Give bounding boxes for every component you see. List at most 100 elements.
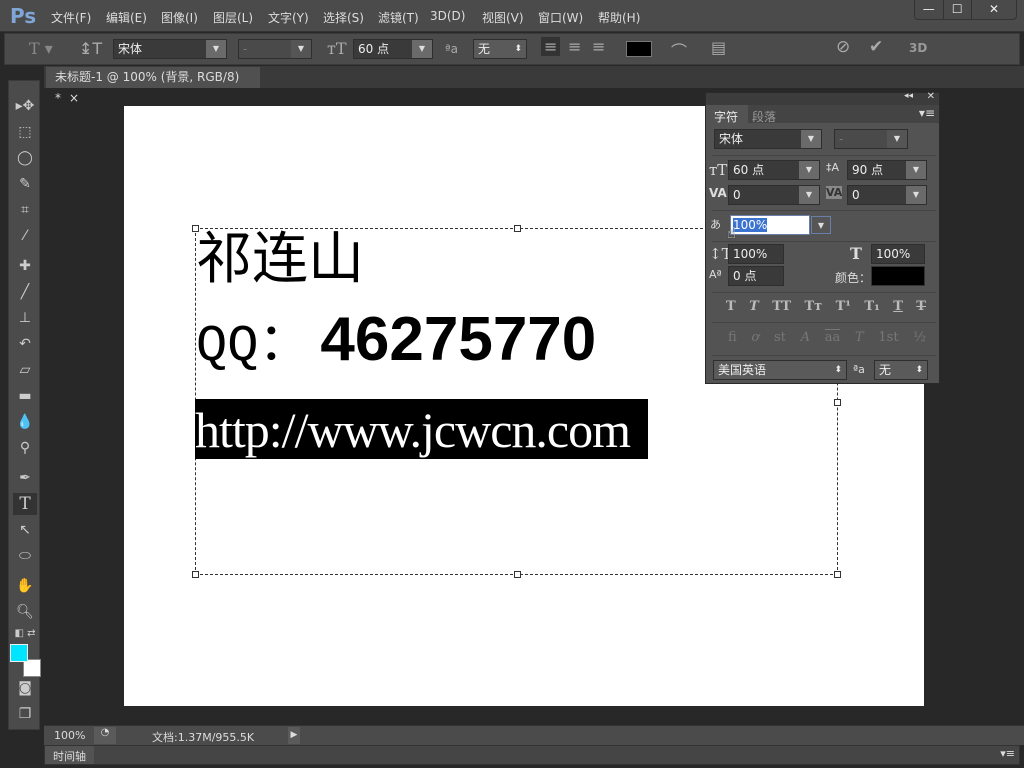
move-tool-icon[interactable]: ▸✥ xyxy=(13,95,37,117)
small-caps-button[interactable]: Tт xyxy=(804,299,822,314)
discretionary-ligatures-button[interactable]: ơ xyxy=(751,330,759,345)
hand-tool-icon[interactable]: ✋ xyxy=(13,575,37,597)
screen-mode-icon[interactable]: ❐ xyxy=(13,703,37,725)
resize-handle[interactable] xyxy=(514,571,521,578)
menu-3d[interactable]: 3D(D) xyxy=(430,9,465,23)
kerning-select[interactable]: 0 ▼ xyxy=(728,185,820,205)
eraser-tool-icon[interactable]: ▱ xyxy=(13,359,37,381)
commit-check-icon[interactable]: ✔ xyxy=(869,37,883,57)
path-selection-tool-icon[interactable]: ↖ xyxy=(13,519,37,541)
chevron-down-icon[interactable]: ▼ xyxy=(811,216,831,234)
align-left-icon[interactable]: ≡ xyxy=(541,37,561,56)
quick-mask-icon[interactable]: ◙ xyxy=(13,677,37,699)
baseline-shift-input[interactable]: 0 点 xyxy=(728,266,784,286)
close-button[interactable]: ✕ xyxy=(972,0,1016,19)
leading-select[interactable]: 90 点 ▼ xyxy=(847,160,927,180)
swash-button[interactable]: A xyxy=(801,330,810,345)
panel-antialias-select[interactable]: 无 ⬍ xyxy=(874,360,928,380)
horizontal-scale-input[interactable]: 100% xyxy=(871,244,925,264)
faux-bold-button[interactable]: T xyxy=(726,299,736,314)
gradient-tool-icon[interactable]: ▬ xyxy=(13,385,37,407)
ornaments-button[interactable]: T xyxy=(855,330,864,345)
maximize-button[interactable]: ☐ xyxy=(944,0,972,19)
minimize-button[interactable]: — xyxy=(915,0,944,19)
tracking-select[interactable]: 0 ▼ xyxy=(847,185,927,205)
font-family-select[interactable]: 宋体 ▼ xyxy=(113,39,227,59)
menu-image[interactable]: 图像(I) xyxy=(161,9,198,26)
type-tool-icon[interactable]: T xyxy=(13,493,37,515)
type-tool-preset-icon[interactable]: T ▾ xyxy=(29,39,53,58)
vertical-scale-input[interactable]: 100% xyxy=(728,244,784,264)
menu-help[interactable]: 帮助(H) xyxy=(598,9,640,26)
align-right-icon[interactable]: ≡ xyxy=(592,37,605,56)
warp-text-icon[interactable]: ⌒ xyxy=(671,38,687,62)
underline-button[interactable]: T xyxy=(893,299,903,314)
tab-timeline[interactable]: 时间轴 xyxy=(45,746,94,764)
text-color-swatch[interactable] xyxy=(626,41,652,57)
marquee-tool-icon[interactable]: ⬚ xyxy=(13,121,37,143)
font-style-select[interactable]: - ▼ xyxy=(238,39,312,59)
3d-button[interactable]: 3D xyxy=(909,41,927,55)
swap-colors-icon[interactable]: ◧ ⇄ xyxy=(13,623,37,645)
antialias-select[interactable]: 无 ⬍ xyxy=(473,39,527,59)
close-tab-icon[interactable]: × xyxy=(69,91,79,105)
menu-select[interactable]: 选择(S) xyxy=(323,9,364,26)
eyedropper-tool-icon[interactable]: ⁄ xyxy=(13,225,37,247)
character-panel-toggle-icon[interactable]: ▤ xyxy=(711,38,726,57)
subscript-button[interactable]: T₁ xyxy=(864,299,879,314)
ellipse-tool-icon[interactable]: ⬭ xyxy=(13,545,37,567)
lasso-tool-icon[interactable]: ◯ xyxy=(13,147,37,169)
dodge-tool-icon[interactable]: ⚲ xyxy=(13,437,37,459)
fractions-button[interactable]: ½ xyxy=(913,330,926,345)
menu-layer[interactable]: 图层(L) xyxy=(213,9,253,26)
panel-font-size-select[interactable]: 60 点 ▼ xyxy=(728,160,820,180)
resize-handle[interactable] xyxy=(514,225,521,232)
blur-tool-icon[interactable]: 💧 xyxy=(13,411,37,433)
zoom-tool-icon[interactable]: 🔍︎ xyxy=(13,601,37,623)
language-select[interactable]: 美国英语 ⬍ xyxy=(713,360,847,380)
menu-view[interactable]: 视图(V) xyxy=(482,9,524,26)
all-caps-button[interactable]: TT xyxy=(772,299,791,314)
ligatures-button[interactable]: fi xyxy=(728,330,737,345)
clone-stamp-tool-icon[interactable]: ⊥ xyxy=(13,307,37,329)
collapse-icon[interactable]: ◂◂ xyxy=(904,91,913,101)
menu-type[interactable]: 文字(Y) xyxy=(268,9,309,26)
tab-paragraph[interactable]: 段落 xyxy=(748,105,784,124)
text-color-swatch[interactable] xyxy=(871,266,925,286)
panel-close-icon[interactable]: ✕ xyxy=(927,91,935,102)
align-center-icon[interactable]: ≡ xyxy=(568,37,581,56)
status-menu-arrow-icon[interactable]: ▶ xyxy=(288,727,300,744)
menu-file[interactable]: 文件(F) xyxy=(51,9,91,26)
menu-edit[interactable]: 编辑(E) xyxy=(106,9,147,26)
panel-font-family-select[interactable]: 宋体 ▼ xyxy=(714,129,822,149)
pen-tool-icon[interactable]: ✒ xyxy=(13,467,37,489)
faux-italic-button[interactable]: T xyxy=(749,299,759,314)
superscript-button[interactable]: T¹ xyxy=(836,299,851,314)
ordinals-button[interactable]: 1st xyxy=(878,330,898,345)
status-preview-icon[interactable]: ◔ xyxy=(94,727,116,744)
brush-tool-icon[interactable]: ╱ xyxy=(13,281,37,303)
menu-window[interactable]: 窗口(W) xyxy=(538,9,583,26)
timeline-menu-icon[interactable]: ▾≡ xyxy=(1000,747,1015,760)
quick-selection-tool-icon[interactable]: ✎ xyxy=(13,173,37,195)
scale-input[interactable]: 100% ▼ xyxy=(730,215,831,235)
document-tab[interactable]: 未标题-1 @ 100% (背景, RGB/8) * × xyxy=(46,67,260,105)
panel-menu-icon[interactable]: ▾≡ xyxy=(919,106,935,120)
crop-tool-icon[interactable]: ⌗ xyxy=(13,199,37,221)
history-brush-tool-icon[interactable]: ↶ xyxy=(13,333,37,355)
tab-character[interactable]: 字符 xyxy=(708,105,748,124)
resize-handle[interactable] xyxy=(834,571,841,578)
menu-filter[interactable]: 滤镜(T) xyxy=(378,9,419,26)
titling-alternates-button[interactable]: aa xyxy=(825,330,841,345)
cancel-icon[interactable]: ⊘ xyxy=(836,37,850,57)
resize-handle[interactable] xyxy=(192,571,199,578)
font-size-select[interactable]: 60 点 ▼ xyxy=(353,39,433,59)
healing-brush-tool-icon[interactable]: ✚ xyxy=(13,255,37,277)
toggle-orientation-icon[interactable]: ↨T xyxy=(79,39,102,58)
stylistic-alternates-button[interactable]: st xyxy=(774,330,786,345)
strikethrough-button[interactable]: T xyxy=(916,299,926,314)
zoom-level[interactable]: 100% xyxy=(54,729,85,742)
foreground-color-swatch[interactable] xyxy=(10,644,28,662)
panel-font-style-select[interactable]: - ▼ xyxy=(834,129,908,149)
resize-handle[interactable] xyxy=(834,399,841,406)
